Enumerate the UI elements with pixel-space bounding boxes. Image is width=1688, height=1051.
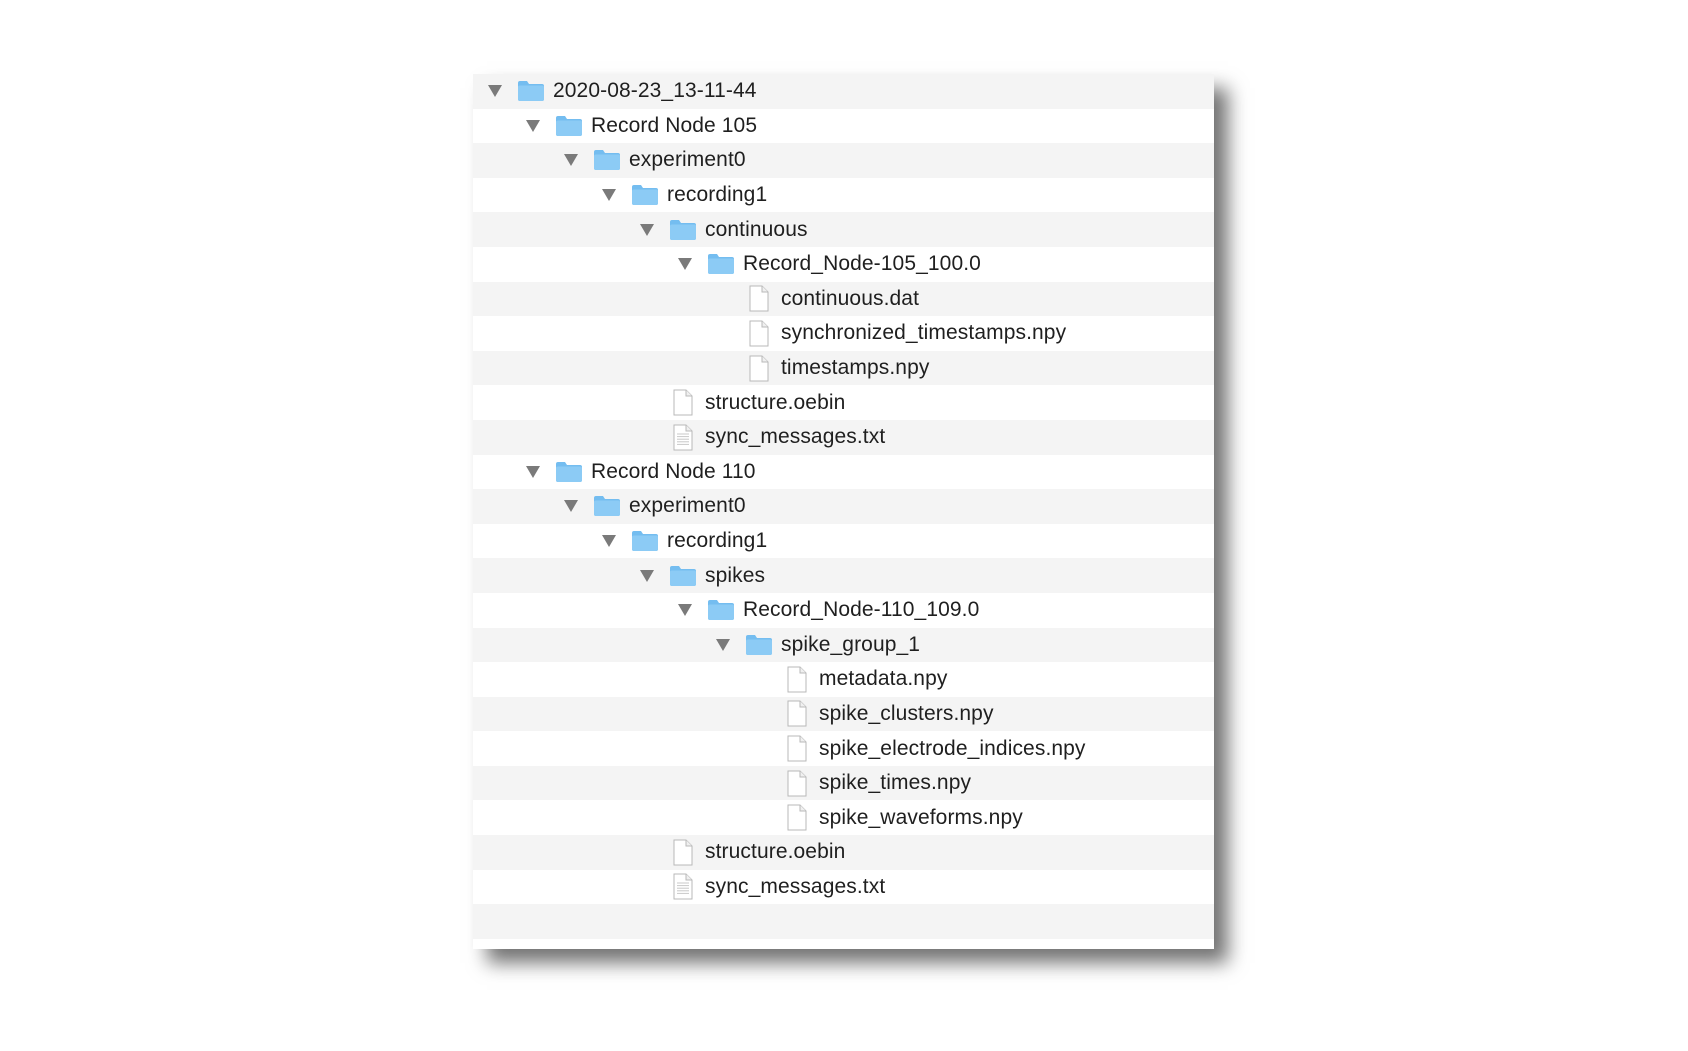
file-name: sync_messages.txt [705,874,886,898]
disclosure-triangle-down-icon[interactable] [713,635,733,655]
disclosure-triangle-down-icon[interactable] [523,116,543,136]
folder-icon [555,113,583,139]
disclosure-triangle-down-icon[interactable] [561,150,581,170]
folder-name: Record_Node-110_109.0 [743,598,980,622]
folder-row[interactable]: Record Node 110 [473,455,1214,490]
folder-name: 2020-08-23_13-11-44 [553,79,757,103]
file-name: continuous.dat [781,286,920,310]
folder-icon [707,251,735,277]
folder-row[interactable]: Record_Node-105_100.0 [473,247,1214,282]
file-row[interactable]: spike_clusters.npy [473,696,1214,732]
folder-icon [669,563,697,589]
folder-icon [631,182,659,208]
folder-name: spikes [705,563,766,587]
folder-name: experiment0 [629,494,746,518]
document-icon [783,666,811,693]
document-icon [669,839,697,866]
file-name: timestamps.npy [781,356,930,380]
file-name: spike_times.npy [819,771,972,795]
file-row[interactable]: sync_messages.txt [473,419,1214,455]
file-name: metadata.npy [819,667,948,691]
document-icon [783,804,811,831]
file-name: spike_electrode_indices.npy [819,736,1086,760]
disclosure-triangle-down-icon[interactable] [599,531,619,551]
file-name: sync_messages.txt [705,425,886,449]
disclosure-triangle-down-icon[interactable] [637,566,657,586]
folder-row[interactable]: recording1 [473,524,1214,559]
folder-name: Record Node 105 [591,113,758,137]
disclosure-triangle-down-icon[interactable] [561,496,581,516]
folder-row[interactable]: experiment0 [473,143,1214,178]
file-row[interactable]: structure.oebin [473,835,1214,870]
file-name: spike_waveforms.npy [819,805,1023,829]
folder-icon [555,459,583,485]
document-icon [783,770,811,797]
document-icon [783,700,811,727]
folder-icon [593,493,621,519]
disclosure-triangle-down-icon[interactable] [637,220,657,240]
folder-name: Record Node 110 [591,459,756,483]
folder-icon [593,147,621,173]
file-name: spike_clusters.npy [819,701,994,725]
disclosure-triangle-down-icon[interactable] [675,254,695,274]
folder-row[interactable]: Record_Node-110_109.0 [473,593,1214,628]
folder-name: recording1 [667,529,768,553]
file-name: synchronized_timestamps.npy [781,321,1067,345]
file-row[interactable]: spike_waveforms.npy [473,800,1214,835]
file-row[interactable]: sync_messages.txt [473,870,1214,905]
folder-icon [631,528,659,554]
text-document-icon [669,873,697,900]
file-tree: 2020-08-23_13-11-44 Record Node 105 experi… [473,74,1214,939]
document-icon [745,320,773,347]
disclosure-triangle-down-icon[interactable] [523,462,543,482]
file-row[interactable]: spike_electrode_indices.npy [473,731,1214,766]
file-row[interactable]: timestamps.npy [473,350,1214,386]
text-document-icon [669,424,697,451]
folder-icon [517,78,545,104]
file-name: structure.oebin [705,840,846,864]
folder-icon [669,217,697,243]
folder-name: recording1 [667,183,768,207]
disclosure-triangle-down-icon[interactable] [599,185,619,205]
folder-row[interactable]: continuous [473,212,1214,247]
folder-name: continuous [705,217,808,241]
folder-row[interactable]: spikes [473,558,1214,593]
folder-row[interactable]: Record Node 105 [473,109,1214,144]
folder-icon [745,632,773,658]
empty-row [473,904,1214,939]
folder-icon [707,597,735,623]
file-row[interactable]: continuous.dat [473,281,1214,317]
file-row[interactable]: metadata.npy [473,662,1214,697]
file-name: structure.oebin [705,390,846,414]
file-row[interactable]: spike_times.npy [473,765,1214,801]
document-icon [669,389,697,416]
file-row[interactable]: synchronized_timestamps.npy [473,316,1214,351]
folder-name: experiment0 [629,148,746,172]
document-icon [745,355,773,382]
document-icon [783,735,811,762]
folder-name: Record_Node-105_100.0 [743,252,981,276]
folder-name: spike_group_1 [781,632,921,656]
folder-row[interactable]: spike_group_1 [473,627,1214,663]
folder-row[interactable]: experiment0 [473,489,1214,524]
file-row[interactable]: structure.oebin [473,385,1214,420]
document-icon [745,285,773,312]
disclosure-triangle-down-icon[interactable] [485,81,505,101]
folder-row[interactable]: recording1 [473,178,1214,213]
finder-list-window: 2020-08-23_13-11-44 Record Node 105 experi… [473,74,1214,949]
folder-row[interactable]: 2020-08-23_13-11-44 [473,74,1214,109]
disclosure-triangle-down-icon[interactable] [675,600,695,620]
